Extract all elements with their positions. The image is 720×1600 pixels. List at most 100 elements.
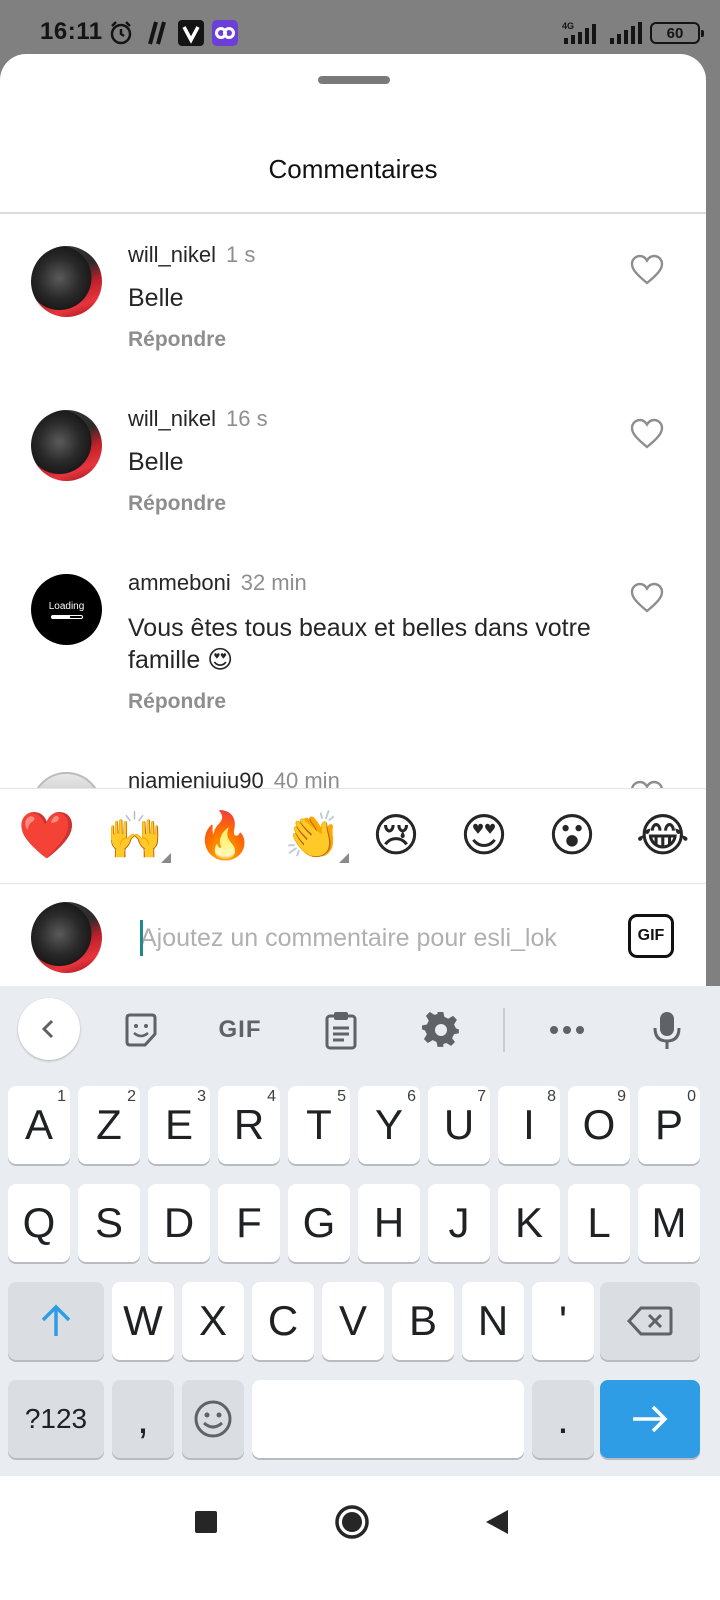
- emoji-heart-button[interactable]: ❤️: [18, 807, 75, 863]
- emoji-raising-hands-button[interactable]: 🙌: [106, 807, 172, 863]
- comma-key[interactable]: ,: [112, 1380, 174, 1458]
- period-key[interactable]: .: [532, 1380, 594, 1458]
- key-v[interactable]: V: [322, 1282, 384, 1360]
- comment-composer: GIF: [0, 884, 706, 986]
- reply-button[interactable]: Répondre: [128, 328, 226, 352]
- infinity-app-icon: [212, 20, 238, 46]
- toolbar-separator: [503, 1008, 505, 1052]
- key-w[interactable]: W: [112, 1282, 174, 1360]
- key-l[interactable]: L: [568, 1184, 630, 1262]
- sheet-drag-handle[interactable]: [318, 76, 390, 84]
- key-label: I: [523, 1101, 535, 1148]
- key-n[interactable]: N: [462, 1282, 524, 1360]
- home-icon[interactable]: [334, 1504, 370, 1540]
- key-o[interactable]: O9: [568, 1086, 630, 1164]
- comment-username[interactable]: will_nikel: [128, 242, 216, 267]
- emoji-heart-eyes-button[interactable]: 😍: [460, 807, 508, 863]
- key-apostrophe[interactable]: ': [532, 1282, 594, 1360]
- emoji-quick-bar: ❤️ 🙌 🔥 👏 😢 😍 😮 😂: [0, 788, 706, 884]
- comment-username[interactable]: niamieniuiu90: [128, 768, 264, 788]
- voice-input-button[interactable]: [642, 1000, 692, 1060]
- comment-input[interactable]: [140, 918, 600, 958]
- heart-icon[interactable]: [630, 254, 664, 286]
- reply-button[interactable]: Répondre: [128, 690, 226, 714]
- heart-icon[interactable]: [630, 418, 664, 450]
- system-nav-bar: [0, 1476, 720, 1600]
- avatar[interactable]: [31, 246, 102, 317]
- key-s[interactable]: S: [78, 1184, 140, 1262]
- emoji-key[interactable]: [182, 1380, 244, 1458]
- key-hint: 6: [407, 1088, 416, 1105]
- key-a[interactable]: A1: [8, 1086, 70, 1164]
- key-label: Z: [96, 1101, 122, 1148]
- comments-list[interactable]: will_nikel 1 s Belle Répondre will_nikel 1…: [0, 214, 706, 788]
- keyboard-toolbar: GIF: [0, 986, 720, 1074]
- key-i[interactable]: I8: [498, 1086, 560, 1164]
- key-y[interactable]: Y6: [358, 1086, 420, 1164]
- emoji-fire-button[interactable]: 🔥: [196, 807, 253, 863]
- smiley-icon: [194, 1400, 232, 1438]
- comment-username[interactable]: will_nikel: [128, 406, 216, 431]
- arrow-right-icon: [633, 1405, 668, 1433]
- sheet-title: Commentaires: [268, 154, 438, 184]
- key-c[interactable]: C: [252, 1282, 314, 1360]
- recents-icon[interactable]: [194, 1510, 218, 1534]
- shift-arrow-icon: [41, 1304, 71, 1336]
- gif-button[interactable]: GIF: [628, 914, 674, 958]
- key-b[interactable]: B: [392, 1282, 454, 1360]
- key-f[interactable]: F: [218, 1184, 280, 1262]
- key-x[interactable]: X: [182, 1282, 244, 1360]
- shift-key[interactable]: [8, 1282, 104, 1360]
- comment-username[interactable]: ammeboni: [128, 570, 231, 595]
- key-g[interactable]: G: [288, 1184, 350, 1262]
- space-key[interactable]: [252, 1380, 524, 1458]
- key-d[interactable]: D: [148, 1184, 210, 1262]
- key-label: U: [443, 1101, 475, 1148]
- avatar[interactable]: [31, 410, 102, 481]
- key-label: T: [306, 1101, 332, 1148]
- clipboard-button[interactable]: [316, 1000, 366, 1060]
- emoji-clap-button[interactable]: 👏: [284, 807, 350, 863]
- reply-button[interactable]: Répondre: [128, 492, 226, 516]
- key-j[interactable]: J: [428, 1184, 490, 1262]
- avatar[interactable]: Loading: [31, 574, 102, 645]
- avatar[interactable]: [31, 772, 102, 788]
- key-e[interactable]: E3: [148, 1086, 210, 1164]
- signal-icon: [610, 22, 642, 44]
- comment-time: 1 s: [226, 242, 256, 267]
- key-h[interactable]: H: [358, 1184, 420, 1262]
- key-p[interactable]: P0: [638, 1086, 700, 1164]
- heart-icon[interactable]: [630, 582, 664, 614]
- back-icon[interactable]: [484, 1508, 510, 1536]
- status-bar: 16:11 4G 60: [0, 0, 720, 56]
- enter-key[interactable]: [600, 1380, 700, 1458]
- v-app-icon: [178, 20, 204, 46]
- sticker-button[interactable]: [116, 1000, 166, 1060]
- key-t[interactable]: T5: [288, 1086, 350, 1164]
- emoji-surprised-button[interactable]: 😮: [548, 807, 596, 863]
- keyboard-gif-button[interactable]: GIF: [210, 1000, 270, 1060]
- emoji-joy-button[interactable]: 😂: [636, 807, 690, 863]
- key-q[interactable]: Q: [8, 1184, 70, 1262]
- skin-tone-indicator: [339, 853, 350, 863]
- key-k[interactable]: K: [498, 1184, 560, 1262]
- more-button[interactable]: [542, 1000, 592, 1060]
- comment-text: Vous êtes tous beaux et belles dans votr…: [128, 614, 591, 674]
- symbols-key[interactable]: ?123: [8, 1380, 104, 1458]
- key-r[interactable]: R4: [218, 1086, 280, 1164]
- slash-app-icon: [148, 21, 166, 45]
- emoji-crying-button[interactable]: 😢: [372, 807, 420, 863]
- settings-button[interactable]: [416, 1000, 466, 1060]
- key-z[interactable]: Z2: [78, 1086, 140, 1164]
- heart-icon[interactable]: [630, 780, 664, 788]
- backspace-key[interactable]: [600, 1282, 700, 1360]
- svg-text:4G: 4G: [562, 21, 574, 31]
- keyboard-back-button[interactable]: [18, 998, 80, 1060]
- key-hint: 2: [127, 1088, 136, 1105]
- key-m[interactable]: M: [638, 1184, 700, 1262]
- key-label: P: [654, 1101, 683, 1148]
- key-hint: 4: [267, 1088, 276, 1105]
- sticker-icon: [125, 1013, 157, 1047]
- key-u[interactable]: U7: [428, 1086, 490, 1164]
- key-label: R: [233, 1101, 265, 1148]
